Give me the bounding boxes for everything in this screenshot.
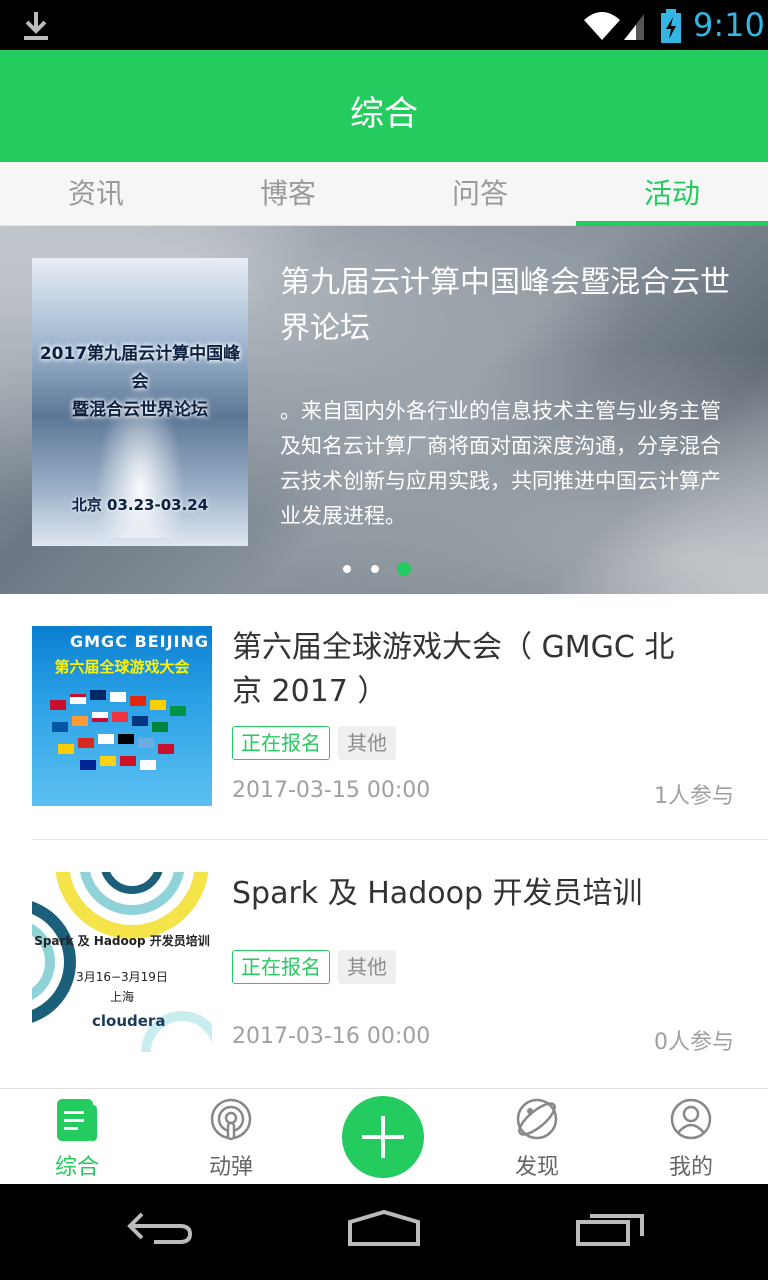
status-badge: 正在报名 <box>232 726 330 760</box>
nav-discover[interactable]: 发现 <box>460 1089 614 1185</box>
app-header: 综合 <box>0 50 768 162</box>
tweet-icon <box>210 1098 252 1141</box>
event-date: 2017-03-15 00:00 <box>232 778 431 803</box>
carousel-dot[interactable] <box>371 565 379 573</box>
poster-title: 2017第九届云计算中国峰会 暨混合云世界论坛 <box>32 340 248 424</box>
thumb-title: Spark 及 Hadoop 开发员培训 <box>34 934 210 948</box>
category-badge: 其他 <box>338 950 396 984</box>
event-list-item[interactable]: GMGC BEIJING 第六届全球游戏大会 第六届全球游戏大会（ GMGC 北… <box>32 626 736 809</box>
profile-icon <box>670 1098 712 1140</box>
nav-label: 综合 <box>54 1155 99 1180</box>
list-divider <box>32 839 768 840</box>
plus-icon <box>362 1116 404 1158</box>
tab-qa[interactable]: 问答 <box>384 162 576 226</box>
tab-events[interactable]: 活动 <box>576 162 768 226</box>
back-icon[interactable] <box>124 1208 196 1248</box>
thumb-logo: GMGC BEIJING <box>70 632 210 651</box>
banner-title: 第九届云计算中国峰会暨混合云世界论坛 <box>280 265 730 346</box>
event-thumbnail: Spark 及 Hadoop 开发员培训 3月16−3月19日 上海 cloud… <box>32 872 212 1052</box>
download-icon <box>24 12 48 40</box>
nav-profile[interactable]: 我的 <box>614 1089 768 1185</box>
nav-label: 发现 <box>514 1155 559 1180</box>
thumb-dates: 3月16−3月19日 <box>76 970 168 984</box>
participant-count: 0人参与 <box>654 1030 734 1055</box>
participant-count: 1人参与 <box>654 784 734 809</box>
discover-icon <box>516 1098 558 1140</box>
nav-general[interactable]: 综合 <box>0 1089 154 1185</box>
clock: 9:10 <box>693 6 765 44</box>
carousel-dot-active[interactable] <box>397 562 411 576</box>
tab-bar: 资讯 博客 问答 活动 <box>0 162 768 226</box>
page-title: 综合 <box>350 94 418 134</box>
battery-charging-icon <box>661 9 681 43</box>
status-badge: 正在报名 <box>232 950 330 984</box>
tab-blog[interactable]: 博客 <box>192 162 384 226</box>
nav-label: 我的 <box>668 1155 713 1180</box>
wifi-icon <box>584 12 644 40</box>
status-bar: 9:10 <box>0 0 768 50</box>
event-title: 第六届全球游戏大会（ GMGC 北京 2017 ） <box>232 630 675 709</box>
event-date: 2017-03-16 00:00 <box>232 1024 431 1049</box>
carousel-dot[interactable] <box>343 565 351 573</box>
system-navigation-bar <box>0 1184 768 1280</box>
cloudera-logo: cloudera <box>92 1012 166 1030</box>
news-icon <box>57 1099 97 1141</box>
poster-title-line-1: 2017第九届云计算中国峰会 <box>39 344 241 392</box>
add-button[interactable] <box>342 1096 424 1178</box>
event-thumbnail: GMGC BEIJING 第六届全球游戏大会 <box>32 626 212 806</box>
flags-graphic <box>50 690 200 790</box>
poster-date: 北京 03.23-03.24 <box>71 496 209 514</box>
featured-banner[interactable]: 2017第九届云计算中国峰会 暨混合云世界论坛 北京 03.23-03.24 第… <box>0 226 768 594</box>
thumb-subtitle: 第六届全球游戏大会 <box>54 658 190 676</box>
nav-label: 动弹 <box>208 1155 253 1180</box>
nav-tweet[interactable]: 动弹 <box>154 1089 308 1185</box>
poster-title-line-2: 暨混合云世界论坛 <box>72 400 208 420</box>
category-badge: 其他 <box>338 726 396 760</box>
banner-description: 。来自国内外各行业的信息技术主管与业务主管及知名云计算厂商将面对面深度沟通，分享… <box>280 399 721 528</box>
thumb-city: 上海 <box>109 990 134 1004</box>
event-list-item[interactable]: Spark 及 Hadoop 开发员培训 3月16−3月19日 上海 cloud… <box>32 872 736 1055</box>
recent-apps-icon[interactable] <box>574 1208 646 1248</box>
tab-news[interactable]: 资讯 <box>0 162 192 226</box>
event-title: Spark 及 Hadoop 开发员培训 <box>232 876 643 911</box>
home-icon[interactable] <box>346 1208 422 1248</box>
banner-poster-image: 2017第九届云计算中国峰会 暨混合云世界论坛 北京 03.23-03.24 <box>32 258 248 546</box>
